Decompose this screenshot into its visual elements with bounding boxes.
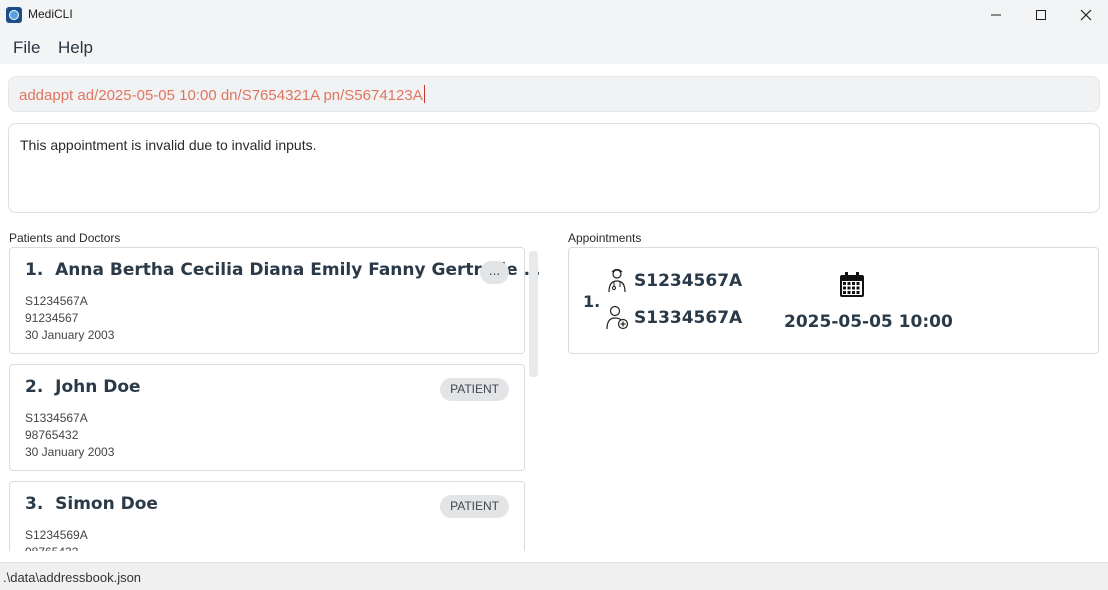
person-id: S1334567A [25, 411, 88, 425]
patient-icon [606, 305, 629, 330]
person-index: 1. [25, 260, 44, 280]
person-name: John Doe [55, 377, 141, 397]
role-badge: PATIENT [440, 495, 509, 518]
doctor-id: S1234567A [634, 271, 743, 291]
doctor-icon [608, 268, 626, 293]
close-icon [1080, 9, 1092, 21]
more-tags-badge[interactable]: ... [480, 261, 509, 284]
menu-file[interactable]: File [13, 38, 40, 58]
person-id: S1234567A [25, 294, 88, 308]
person-card[interactable]: 3. Simon Doe PATIENT S1234569A 98765432 [9, 481, 525, 551]
title-bar: MediCLI [0, 0, 1108, 30]
menu-bar: File Help [0, 30, 1108, 64]
person-index: 3. [25, 494, 44, 514]
persons-heading: Patients and Doctors [9, 231, 121, 245]
app-logo-icon [6, 7, 22, 23]
menu-help[interactable]: Help [58, 38, 93, 58]
role-badge: PATIENT [440, 378, 509, 401]
command-text: addappt ad/2025-05-05 10:00 dn/S7654321A… [19, 87, 423, 104]
person-name: Simon Doe [55, 494, 158, 514]
person-index: 2. [25, 377, 44, 397]
calendar-icon [840, 272, 864, 297]
command-input[interactable]: addappt ad/2025-05-05 10:00 dn/S7654321A… [8, 76, 1100, 112]
person-list[interactable]: 1. Anna Bertha Cecilia Diana Emily Fanny… [9, 247, 539, 551]
person-phone: 98765432 [25, 428, 79, 442]
person-name-wrap: 1. Anna Bertha Cecilia Diana Emily Fanny… [25, 260, 539, 280]
person-list-scrollbar[interactable] [529, 251, 538, 377]
appointment-datetime: 2025-05-05 10:00 [784, 312, 953, 332]
minimize-icon [991, 14, 1001, 16]
minimize-button[interactable] [973, 0, 1019, 30]
person-dob: 30 January 2003 [25, 445, 115, 459]
patient-id: S1334567A [634, 308, 743, 328]
person-phone: 98765432 [25, 545, 78, 551]
person-name-wrap: 2. John Doe [25, 377, 141, 397]
result-display: This appointment is invalid due to inval… [8, 123, 1100, 213]
appointments-heading: Appointments [568, 231, 642, 245]
window-title: MediCLI [28, 7, 73, 21]
text-caret [423, 85, 425, 103]
person-phone: 91234567 [25, 311, 79, 325]
person-name-wrap: 3. Simon Doe [25, 494, 158, 514]
main-panel: addappt ad/2025-05-05 10:00 dn/S7654321A… [0, 64, 1108, 562]
status-bar: .\data\addressbook.json [0, 562, 1108, 590]
person-card[interactable]: 2. John Doe PATIENT S1334567A 98765432 3… [9, 364, 525, 471]
maximize-button[interactable] [1018, 0, 1064, 30]
appointment-index: 1. [583, 292, 601, 311]
close-button[interactable] [1063, 0, 1108, 30]
person-id: S1234569A [25, 528, 88, 542]
maximize-icon [1036, 10, 1046, 20]
save-file-path: .\data\addressbook.json [3, 570, 142, 585]
person-dob: 30 January 2003 [25, 328, 115, 342]
result-message: This appointment is invalid due to inval… [20, 137, 317, 153]
person-name: Anna Bertha Cecilia Diana Emily Fanny Ge… [55, 260, 539, 280]
appointment-card[interactable]: 1. S1234567A S1334567A 2025-05-05 10:00 [568, 247, 1099, 354]
person-card[interactable]: 1. Anna Bertha Cecilia Diana Emily Fanny… [9, 247, 539, 354]
command-text-wrap: addappt ad/2025-05-05 10:00 dn/S7654321A… [19, 85, 425, 104]
